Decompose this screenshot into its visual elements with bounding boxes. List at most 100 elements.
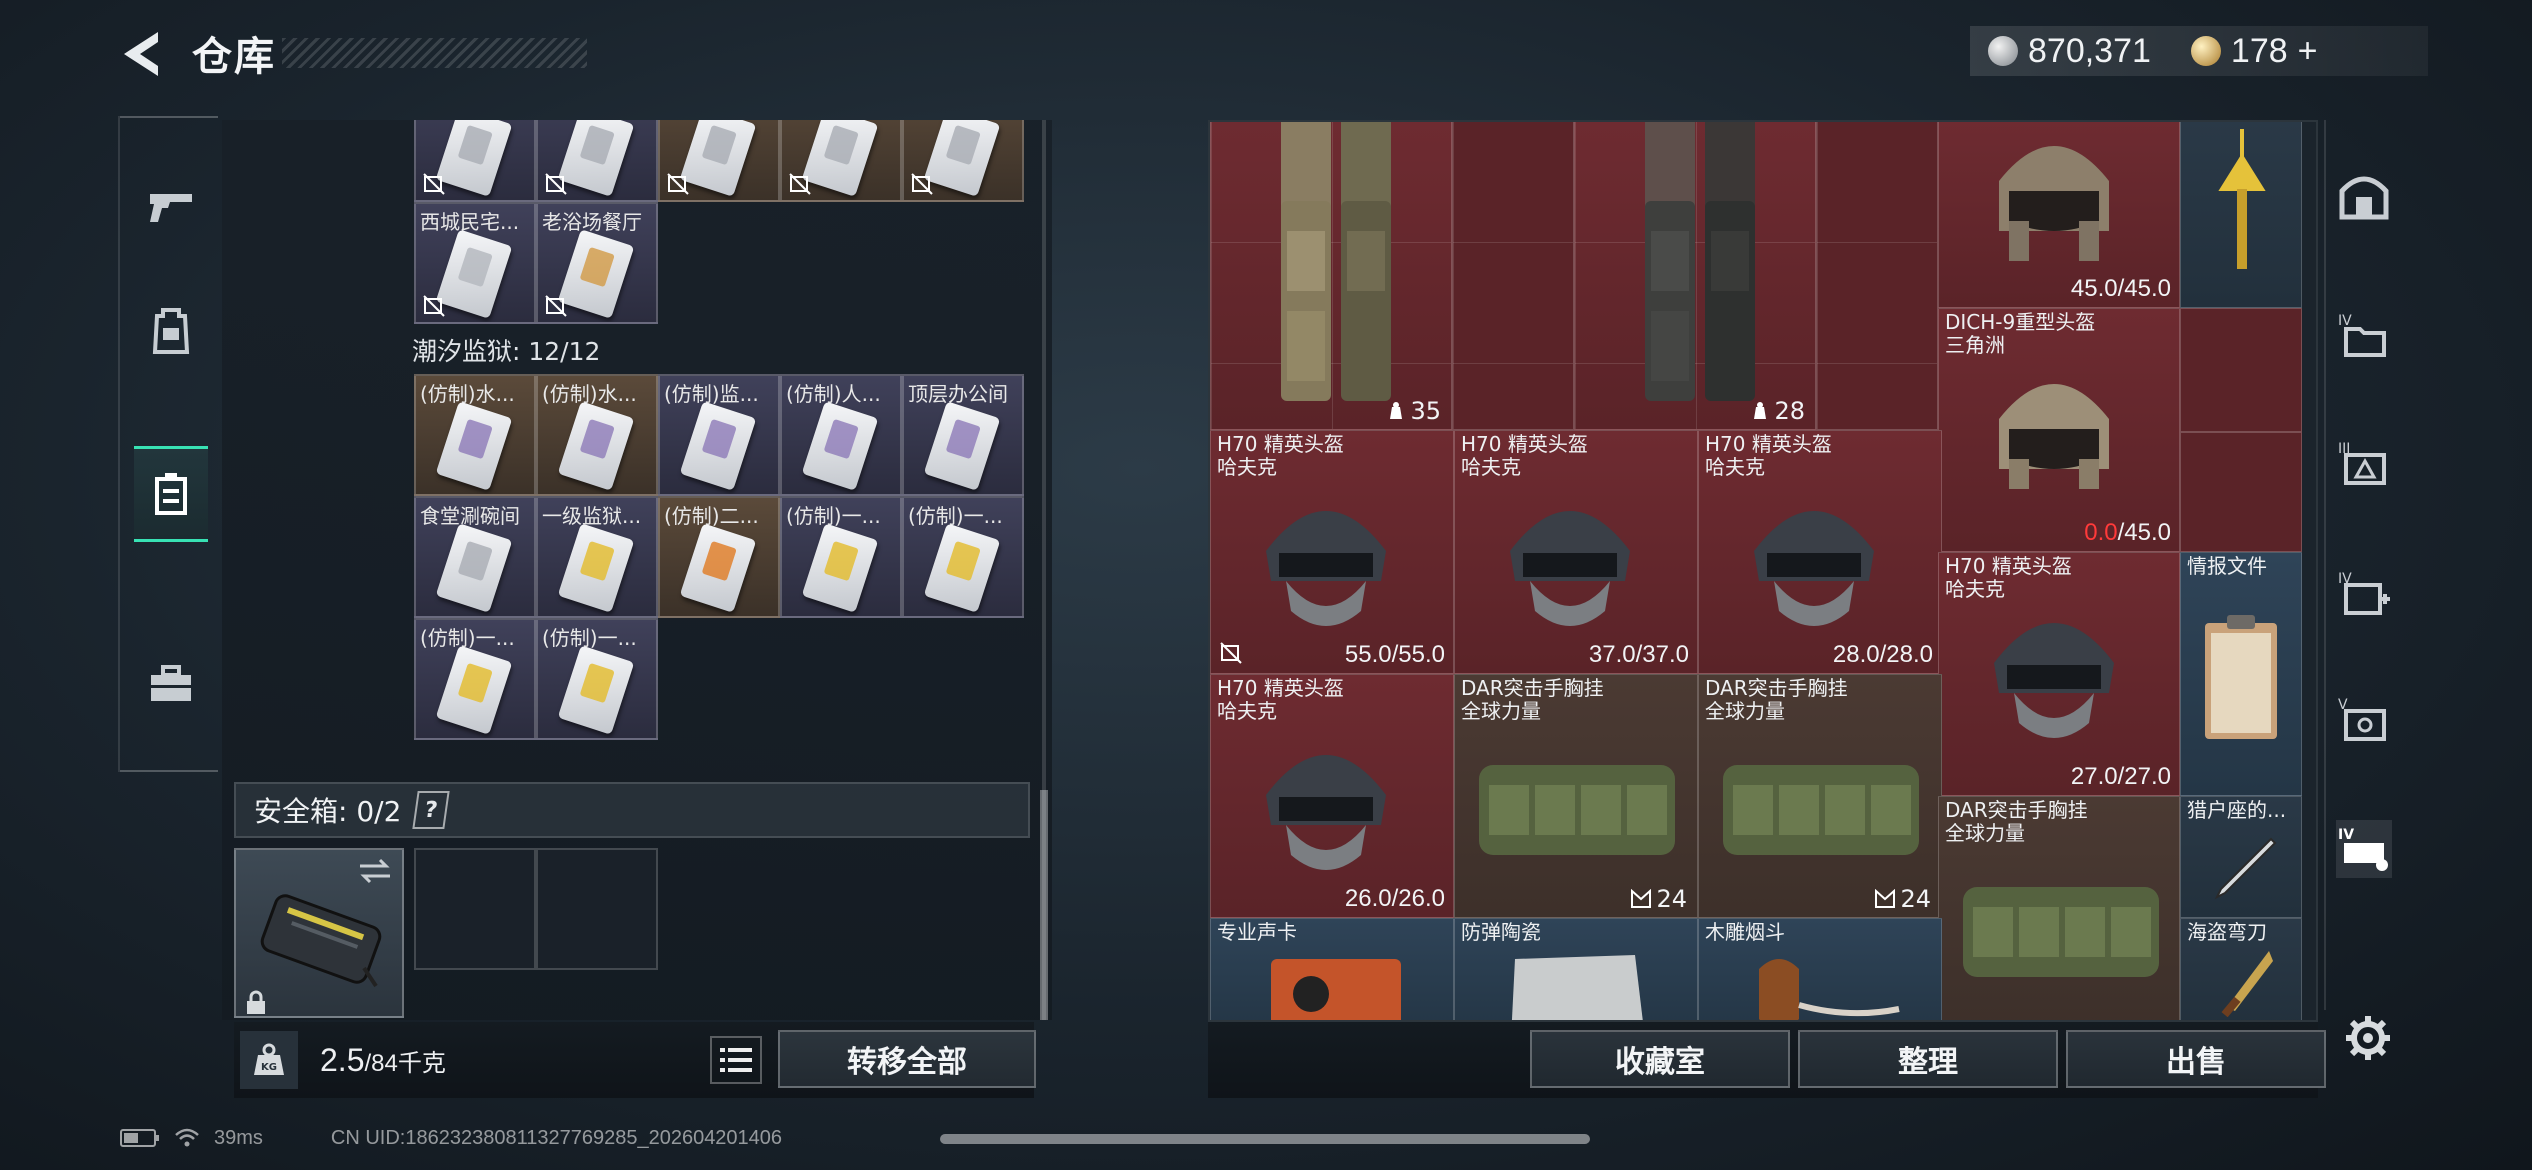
key-item[interactable]: (仿制)二... (658, 496, 780, 618)
slots-icon (1875, 889, 1896, 908)
nav-stash-misc[interactable]: IV (2336, 820, 2392, 878)
nav-keys[interactable] (134, 446, 208, 542)
transfer-all-button[interactable]: 转移全部 (778, 1030, 1036, 1088)
key-item[interactable]: (仿制)监... (658, 374, 780, 496)
home-indicator[interactable] (940, 1134, 1590, 1144)
safe-icon (2339, 176, 2389, 220)
nav-divider (120, 770, 218, 772)
not-tradable-icon (545, 173, 567, 195)
nav-stash-tier-3[interactable]: III (2336, 434, 2392, 492)
warning-box-icon: III (2338, 441, 2386, 485)
stash-item-sound-card[interactable]: 专业声卡 (1210, 918, 1454, 1020)
swap-icon[interactable] (356, 856, 394, 886)
key-item[interactable]: 一级监狱... (536, 496, 658, 618)
add-currency-button[interactable]: + (2298, 32, 2318, 71)
key-item[interactable]: (仿制)水... (536, 374, 658, 496)
slots-icon (1631, 889, 1652, 908)
back-arrow-icon (124, 32, 158, 76)
ping-readout: 39ms (214, 1126, 263, 1149)
not-tradable-icon (545, 295, 567, 317)
nav-stash-medical[interactable]: IV (2336, 564, 2392, 622)
nav-stash-all[interactable] (2336, 168, 2392, 226)
stash-item-helmet[interactable]: 45.0/45.0 (1938, 122, 2180, 308)
stash-item-knife[interactable]: 海盗弯刀 (2180, 918, 2302, 1020)
key-item[interactable]: 食堂涮碗间 (414, 496, 536, 618)
nav-toolbox[interactable] (134, 636, 208, 732)
stash-item-chest-rig[interactable]: DAR突击手胸挂 全球力量 (1938, 796, 2180, 1020)
key-item[interactable]: (仿制)一... (414, 618, 536, 740)
left-category-nav (118, 116, 220, 772)
collection-room-button[interactable]: 收藏室 (1530, 1030, 1790, 1088)
key-item[interactable]: (仿制)一... (780, 496, 902, 618)
key-item[interactable] (780, 120, 902, 202)
helmet-image (1999, 384, 2109, 489)
pen-icon (2214, 837, 2277, 900)
nav-stash-tools[interactable]: V (2336, 690, 2392, 748)
weight-bar: KG 2.5/84千克 转移全部 (234, 1022, 1036, 1098)
sell-button[interactable]: 出售 (2066, 1030, 2326, 1088)
section-label: 潮汐监狱: 12/12 (412, 337, 601, 366)
stash-item-chest-rig[interactable]: DAR突击手胸挂 全球力量 24 (1454, 674, 1698, 918)
right-stash-nav: IV III IV V IV (2322, 120, 2404, 1030)
svg-text:IV: IV (2338, 827, 2354, 843)
stash-item-emblem[interactable] (2180, 122, 2302, 308)
battery-icon (120, 1129, 159, 1147)
not-tradable-icon (423, 295, 445, 317)
key-item[interactable]: (仿制)一... (536, 618, 658, 740)
tactical-vest-image (1645, 122, 1755, 401)
stash-item-helmet[interactable]: H70 精英头盔 哈夫克 28.0/28.0 (1698, 430, 1942, 674)
durability-readout: 28.0/28.0 (1832, 641, 1933, 668)
wifi-icon (175, 1128, 199, 1147)
stash-item-hunter[interactable]: 猎户座的... (2180, 796, 2302, 918)
stash-item-helmet[interactable]: H70 精英头盔 哈夫克 37.0/37.0 (1454, 430, 1698, 674)
key-item[interactable]: 顶层办公间 (902, 374, 1024, 496)
scrollbar-thumb[interactable] (1040, 790, 1048, 1020)
key-item[interactable] (658, 120, 780, 202)
item-count: 24 (1874, 885, 1931, 913)
helmet-image (1994, 623, 2114, 738)
keycard-icon (155, 473, 187, 515)
key-item[interactable]: 老浴场餐厅 (536, 202, 658, 324)
durability-readout: 37.0/37.0 (1588, 641, 1689, 668)
help-button[interactable]: ? (412, 791, 451, 829)
key-item[interactable]: (仿制)水... (414, 374, 536, 496)
stash-item-intel-file[interactable]: 情报文件 (2180, 552, 2302, 796)
clipboard-icon (2205, 615, 2277, 739)
settings-button[interactable] (2340, 1010, 2396, 1066)
nav-weapons[interactable] (134, 158, 208, 254)
key-item[interactable] (536, 120, 658, 202)
stash-item-helmet[interactable]: H70 精英头盔 哈夫克 26.0/26.0 (1210, 674, 1454, 918)
back-button[interactable] (118, 28, 166, 80)
empty-slot[interactable] (414, 848, 536, 970)
helmet-image (1266, 511, 1386, 626)
nav-backpack[interactable] (134, 282, 208, 378)
empty-slot[interactable] (536, 848, 658, 970)
not-tradable-icon (1220, 642, 1242, 664)
stash-item-chest-rig[interactable]: DAR突击手胸挂 全球力量 24 (1698, 674, 1942, 918)
list-view-button[interactable] (710, 1036, 762, 1084)
status-bar: 39ms CN UID:186232380811327769285_202604… (120, 1122, 782, 1154)
user-uid: CN UID:186232380811327769285_20260420140… (330, 1126, 783, 1149)
safe-box-label: 安全箱: 0/2 (254, 795, 402, 828)
gold-amount: 178 (2230, 31, 2288, 70)
pistol-icon (150, 194, 192, 222)
item-count: 35 (1386, 397, 1441, 425)
stash-panel: 35 28 45.0/45.0 DICH-9重型头盔 三角洲 0.0/45.0 … (1208, 120, 2318, 1022)
safe-box-slot[interactable] (234, 848, 404, 1018)
stash-item-helmet[interactable]: H70 精英头盔 哈夫克 55.0/55.0 (1210, 430, 1454, 674)
stash-item-vest[interactable]: 28 (1574, 122, 1816, 430)
stash-item-pipe[interactable]: 木雕烟斗 (1698, 918, 1942, 1020)
stash-item-helmet[interactable]: DICH-9重型头盔 三角洲 0.0/45.0 (1938, 308, 2180, 552)
nav-stash-tier-4[interactable]: IV (2336, 306, 2392, 364)
sort-button[interactable]: 整理 (1798, 1030, 2058, 1088)
key-item[interactable] (414, 120, 536, 202)
stash-item-helmet[interactable]: H70 精英头盔 哈夫克 27.0/27.0 (1938, 552, 2180, 796)
key-item[interactable]: 西城民宅... (414, 202, 536, 324)
stash-item-vest[interactable]: 35 (1210, 122, 1452, 430)
key-item[interactable]: (仿制)人... (780, 374, 902, 496)
helmet-image (1754, 511, 1874, 626)
key-item[interactable] (902, 120, 1024, 202)
stash-item-ceramic-plate[interactable]: 防弹陶瓷 (1454, 918, 1698, 1020)
not-tradable-icon (667, 173, 689, 195)
key-item[interactable]: (仿制)一... (902, 496, 1024, 618)
